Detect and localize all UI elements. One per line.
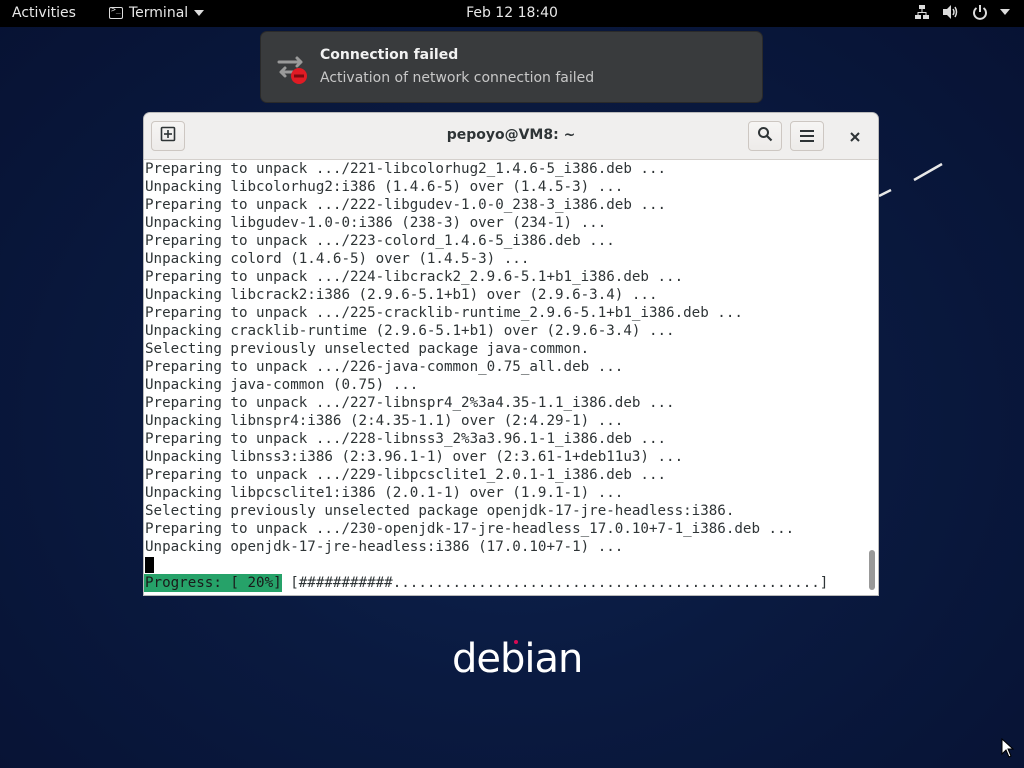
progress-label: Progress: [ 20%]	[144, 574, 282, 592]
clock[interactable]: Feb 12 18:40	[466, 5, 558, 21]
system-status-menu[interactable]	[914, 4, 1010, 20]
terminal-line: Selecting previously unselected package …	[145, 341, 590, 357]
new-tab-icon	[160, 126, 176, 146]
terminal-line: Preparing to unpack .../224-libcrack2_2.…	[145, 269, 684, 285]
progress-bar: [###########............................…	[281, 575, 829, 591]
scrollbar-thumb[interactable]	[869, 550, 875, 590]
close-icon	[850, 127, 860, 146]
network-error-icon	[273, 48, 313, 88]
volume-icon	[942, 4, 960, 20]
terminal-line: Selecting previously unselected package …	[145, 503, 735, 519]
new-tab-button[interactable]	[151, 121, 185, 151]
terminal-line: Preparing to unpack .../223-colord_1.4.6…	[145, 233, 615, 249]
power-icon	[972, 4, 988, 20]
terminal-line: Unpacking openjdk-17-jre-headless:i386 (…	[145, 539, 624, 555]
terminal-output[interactable]: Preparing to unpack .../221-libcolorhug2…	[144, 160, 864, 595]
terminal-line: Unpacking cracklib-runtime (2.9.6-5.1+b1…	[145, 323, 675, 339]
notification-title: Connection failed	[320, 47, 459, 63]
notification-body: Activation of network connection failed	[320, 70, 595, 86]
terminal-line: Unpacking libnspr4:i386 (2:4.35-1.1) ove…	[145, 413, 624, 429]
close-button[interactable]	[844, 125, 866, 147]
terminal-line: Preparing to unpack .../221-libcolorhug2…	[145, 161, 667, 177]
debian-logo: debian	[452, 636, 583, 682]
chevron-down-icon	[1000, 9, 1010, 15]
terminal-headerbar[interactable]: pepoyo@VM8: ~	[144, 113, 878, 160]
app-menu[interactable]: Terminal	[109, 5, 205, 21]
activities-button[interactable]: Activities	[12, 5, 76, 21]
terminal-line: Preparing to unpack .../230-openjdk-17-j…	[145, 521, 795, 537]
background-decoration	[878, 162, 943, 198]
text-cursor	[145, 557, 154, 573]
terminal-line: Unpacking libcolorhug2:i386 (1.4.6-5) ov…	[145, 179, 624, 195]
terminal-line: Preparing to unpack .../226-java-common_…	[145, 359, 624, 375]
terminal-line: Unpacking libgudev-1.0-0:i386 (238-3) ov…	[145, 215, 607, 231]
terminal-line: Preparing to unpack .../225-cracklib-run…	[145, 305, 743, 321]
chevron-down-icon	[194, 10, 205, 16]
terminal-line: Preparing to unpack .../229-libpcsclite1…	[145, 467, 667, 483]
search-icon	[757, 126, 773, 146]
terminal-line: Preparing to unpack .../228-libnss3_2%3a…	[145, 431, 667, 447]
network-icon	[914, 4, 930, 20]
top-bar: Activities Terminal Feb 12 18:40	[0, 0, 1024, 27]
hamburger-menu-icon	[800, 127, 814, 146]
app-menu-label: Terminal	[129, 5, 189, 21]
menu-button[interactable]	[790, 121, 824, 151]
terminal-window[interactable]: pepoyo@VM8: ~ Preparing to unpack .../22…	[144, 113, 878, 595]
terminal-line: Unpacking java-common (0.75) ...	[145, 377, 419, 393]
logo-dot	[514, 640, 518, 644]
terminal-line: Unpacking libpcsclite1:i386 (2.0.1-1) ov…	[145, 485, 624, 501]
terminal-icon	[109, 5, 123, 19]
terminal-line: Unpacking colord (1.4.6-5) over (1.4.5-3…	[145, 251, 530, 267]
terminal-line: Preparing to unpack .../227-libnspr4_2%3…	[145, 395, 675, 411]
terminal-line: Preparing to unpack .../222-libgudev-1.0…	[145, 197, 667, 213]
mouse-pointer-icon	[1001, 738, 1015, 758]
search-button[interactable]	[748, 121, 782, 151]
cursor-line	[144, 556, 864, 574]
progress-line: Progress: [ 20%] [###########...........…	[144, 574, 864, 592]
terminal-line: Unpacking libcrack2:i386 (2.9.6-5.1+b1) …	[145, 287, 658, 303]
scrollbar-track[interactable]	[864, 160, 878, 595]
terminal-line: Unpacking libnss3:i386 (2:3.96.1-1) over…	[145, 449, 684, 465]
notification-banner[interactable]: Connection failed Activation of network …	[261, 32, 762, 102]
